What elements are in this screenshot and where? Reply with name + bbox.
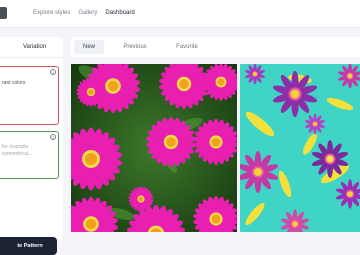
- divider: [0, 57, 63, 58]
- logo-icon[interactable]: [0, 7, 7, 19]
- nav-gallery[interactable]: Gallery: [78, 10, 97, 16]
- prompt-text: rant colors: [2, 80, 25, 87]
- tab-previous[interactable]: Previous: [120, 40, 150, 54]
- tab-favorite[interactable]: Favorite: [172, 40, 202, 54]
- help-icon[interactable]: ?: [50, 69, 56, 75]
- tab-variation[interactable]: Variation: [23, 44, 46, 50]
- settings-panel: Variation ? rant colors ? for example sy…: [0, 37, 63, 240]
- prompt-field[interactable]: ? rant colors: [0, 66, 59, 125]
- generated-image-pattern[interactable]: [240, 64, 360, 232]
- floral-pattern-graphic: [240, 64, 360, 232]
- top-nav: Explore styles Gallery Dashboard: [33, 10, 135, 16]
- gallery-tabs: New Previous Favorite: [70, 37, 360, 57]
- daisy-photo-graphic: [71, 64, 237, 232]
- negative-prompt-field[interactable]: ? for example symmetrical...: [0, 131, 59, 179]
- generated-image-daisies[interactable]: [71, 64, 237, 232]
- top-bar: Explore styles Gallery Dashboard: [0, 0, 360, 28]
- nav-explore-styles[interactable]: Explore styles: [33, 10, 70, 16]
- negative-prompt-placeholder: for example symmetrical...: [2, 144, 33, 158]
- nav-dashboard[interactable]: Dashboard: [105, 10, 134, 16]
- help-icon[interactable]: ?: [50, 134, 56, 140]
- tab-new[interactable]: New: [74, 40, 104, 54]
